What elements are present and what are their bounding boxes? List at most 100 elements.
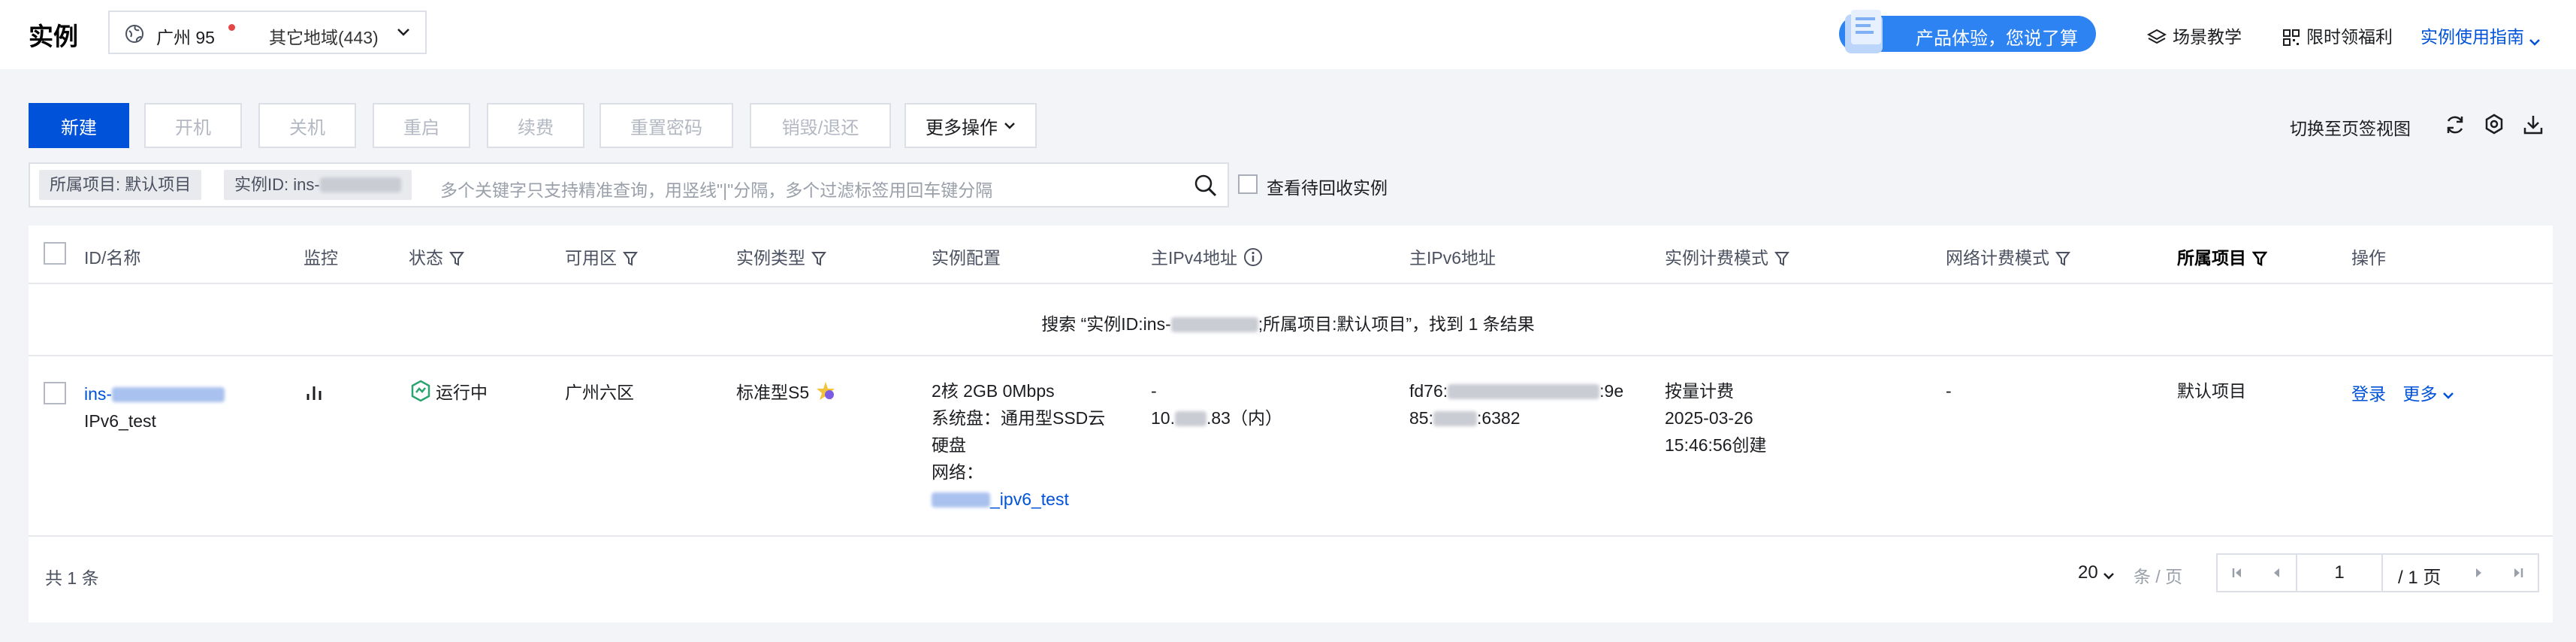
settings-gear-icon[interactable] [2482,113,2506,137]
ipv6-mid: :9e [1599,381,1624,401]
feedback-banner[interactable]: 产品体验，您说了算 [1839,10,2096,53]
chevron-down-icon [2103,573,2114,580]
search-icon[interactable] [1193,173,1219,198]
filter-icon[interactable] [2055,250,2070,267]
column-header-type[interactable]: 实例类型 [736,244,826,269]
column-header-ipv4-label: 主IPv4地址 [1151,248,1238,268]
more-actions-label: 更多操作 [926,117,998,138]
filter-icon[interactable] [811,250,826,267]
public-ipv4: - [1151,381,1157,401]
instance-id-prefix: ins- [84,384,113,404]
pagination: 1 / 1 页 [2216,553,2539,592]
net-billing-cell: - [1946,381,1952,401]
welfare-link[interactable]: 限时领福利 [2282,23,2393,48]
select-all-checkbox[interactable] [44,242,66,265]
ipv6-line1: fd76::9e [1409,377,1623,404]
page-total: / 1 页 [2398,568,2442,588]
column-header-project[interactable]: 所属项目 [2177,244,2268,269]
other-regions-label: 其它地域(443) [269,28,379,47]
refresh-icon[interactable] [2443,113,2467,137]
filter-icon[interactable] [623,250,638,267]
redacted-text [319,177,401,192]
column-header-ipv6: 主IPv6地址 [1409,248,1496,268]
redacted-text [1433,411,1477,426]
download-icon[interactable] [2521,113,2545,137]
network-name: _ipv6_test [990,489,1069,509]
login-link[interactable]: 登录 [2351,384,2386,404]
filter-tag-project[interactable]: 所属项目: 默认项目 [39,170,202,200]
ipv6-line2-suffix: :6382 [1476,408,1521,428]
region-alert-dot [228,24,235,31]
region-name: 广州 95 [156,28,215,47]
column-header-status[interactable]: 状态 [409,244,464,269]
last-page-icon [2514,568,2523,577]
filter-tag-instance-id[interactable]: 实例ID: ins- [224,170,412,200]
region-selector[interactable]: 广州 95 其它地域(443) [108,11,427,54]
column-header-zone-label: 可用区 [565,248,617,268]
recycle-instances-checkbox[interactable] [1238,174,1258,194]
destroy-return-button[interactable]: 销毁/退还 [750,103,891,148]
start-button[interactable]: 开机 [144,103,242,148]
last-page-button[interactable] [2499,555,2538,591]
page-size-unit: 条 / 页 [2134,567,2183,586]
redacted-text [112,387,225,402]
column-header-billing[interactable]: 实例计费模式 [1665,244,1789,269]
reset-password-button[interactable]: 重置密码 [599,103,733,148]
page-number-input[interactable]: 1 [2296,555,2383,591]
restart-button[interactable]: 重启 [373,103,470,148]
status-text: 运行中 [436,383,488,402]
ipv6-line2: 85::6382 [1409,404,1623,432]
globe-icon [125,25,143,43]
filter-icon[interactable] [449,250,464,267]
switch-tab-view-link[interactable]: 切换至页签视图 [2290,114,2411,140]
column-header-type-label: 实例类型 [736,248,805,268]
column-header-net-billing-label: 网络计费模式 [1946,248,2049,268]
more-actions-button[interactable]: 更多操作 [904,103,1037,148]
running-status-icon [411,380,430,402]
usage-guide-label: 实例使用指南 [2420,27,2524,47]
renew-button[interactable]: 续费 [487,103,584,148]
more-ops-link[interactable]: 更多 [2402,384,2454,404]
redacted-text [1174,411,1206,426]
filter-active-icon[interactable] [2251,250,2268,267]
scene-tutorial-link[interactable]: 场景教学 [2146,23,2242,48]
row-checkbox[interactable] [44,382,66,404]
instance-id-link[interactable]: ins- [84,380,225,407]
banner-text: 产品体验，您说了算 [1916,29,2078,49]
chevron-down-icon [2529,39,2541,46]
type-cell: 标准型S5 [736,379,837,406]
welfare-label: 限时领福利 [2306,27,2393,47]
info-icon[interactable] [1243,247,1263,267]
divider [29,355,2553,356]
column-header-net-billing[interactable]: 网络计费模式 [1946,244,2070,269]
prev-page-icon [2274,568,2279,577]
qr-code-icon [2283,29,2300,46]
config-cell: 2核 2GB 0Mbps 系统盘：通用型SSD云 硬盘 网络： _ipv6_te… [932,377,1105,513]
first-page-button[interactable] [2218,555,2257,591]
chevron-down-icon [1004,123,1015,129]
ipv4-cell: - 10. .83（内） [1151,377,1282,432]
monitor-chart-icon[interactable] [304,383,326,403]
new-instance-button[interactable]: 新建 [29,103,129,148]
ipv4-prefix: 10. [1151,408,1175,428]
recycle-instances-label: 查看待回收实例 [1267,178,1388,198]
shutdown-button[interactable]: 关机 [258,103,356,148]
next-page-button[interactable] [2460,555,2499,591]
page-size-select[interactable]: 20 [2078,562,2115,583]
filter-icon[interactable] [1774,250,1789,267]
ops-cell: 登录 更多 [2351,380,2454,407]
network-link[interactable]: _ipv6_test [932,486,1105,513]
billing-cell: 按量计费 2025-03-26 15:46:56创建 [1665,377,1767,459]
search-placeholder: 多个关键字只支持精准查询，用竖线"|"分隔，多个过滤标签用回车键分隔 [440,180,993,200]
column-header-billing-label: 实例计费模式 [1665,248,1768,268]
column-header-ops: 操作 [2351,248,2386,268]
search-input[interactable]: 所属项目: 默认项目 实例ID: ins- 多个关键字只支持精准查询，用竖线"|… [29,162,1229,207]
column-header-zone[interactable]: 可用区 [565,244,638,269]
prev-page-button[interactable] [2257,555,2296,591]
new-instance-type-badge-icon [816,382,835,400]
created-date: 2025-03-26 [1665,408,1753,428]
zone-cell: 广州六区 [565,383,634,402]
column-header-monitor: 监控 [304,248,338,268]
instance-type-text: 标准型S5 [736,383,810,402]
usage-guide-link[interactable]: 实例使用指南 [2420,23,2547,48]
